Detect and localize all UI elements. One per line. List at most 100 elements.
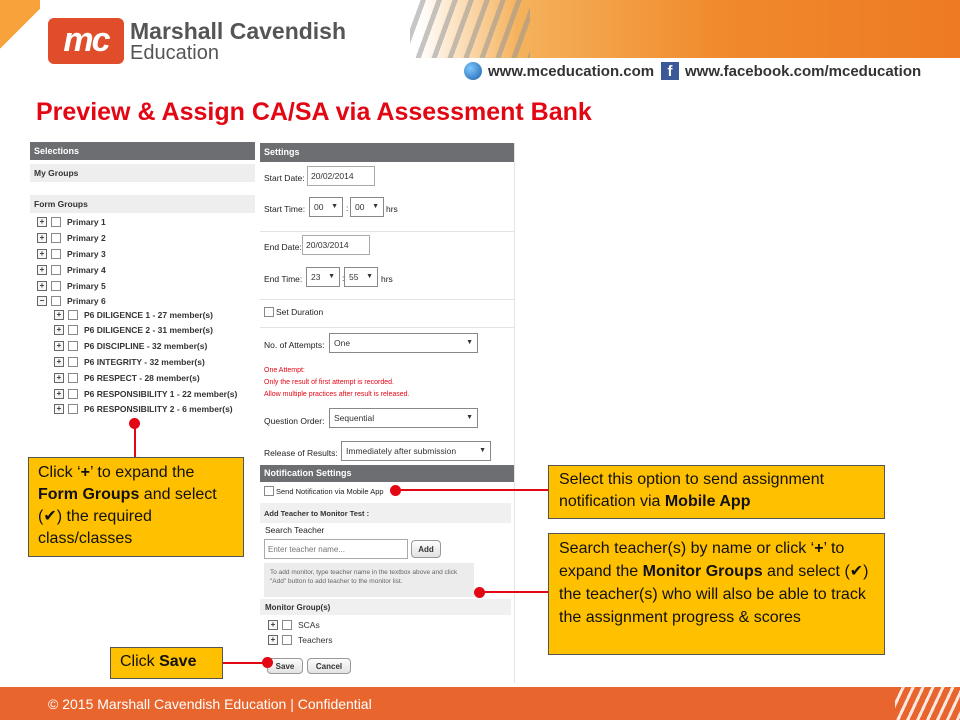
- checkbox[interactable]: [51, 265, 61, 275]
- tree-label: Primary 2: [67, 233, 106, 243]
- send-mobile-option[interactable]: Send Notification via Mobile App: [264, 486, 384, 496]
- footer-text: © 2015 Marshall Cavendish Education | Co…: [48, 696, 372, 712]
- expand-icon[interactable]: +: [37, 233, 47, 243]
- checkbox[interactable]: [68, 404, 78, 414]
- select-value: 00: [355, 202, 365, 212]
- pointer-dot: [262, 657, 273, 668]
- dropdown-arrow-icon: ▼: [366, 273, 373, 280]
- question-order-label: Question Order:: [264, 416, 325, 426]
- expand-icon[interactable]: +: [268, 635, 278, 645]
- checkbox[interactable]: [68, 341, 78, 351]
- monitor-group-label: Teachers: [298, 635, 333, 645]
- callout-monitor-groups: Search teacher(s) by name or click ‘+’ t…: [548, 533, 885, 655]
- globe-icon: [464, 62, 482, 80]
- tree-class-4[interactable]: + P6 INTEGRITY - 32 member(s): [54, 355, 205, 369]
- header-stripe-left: [0, 0, 40, 58]
- checkbox[interactable]: [264, 307, 274, 317]
- expand-icon[interactable]: +: [54, 325, 64, 335]
- checkbox[interactable]: [51, 249, 61, 259]
- expand-icon[interactable]: +: [54, 389, 64, 399]
- attempt-note-2: Allow multiple practices after result is…: [264, 391, 410, 398]
- cancel-button[interactable]: Cancel: [307, 658, 351, 674]
- release-select[interactable]: Immediately after submission ▼: [341, 441, 491, 461]
- expand-icon[interactable]: +: [37, 249, 47, 259]
- tree-primary-3[interactable]: + Primary 3: [37, 247, 106, 261]
- end-hour-select[interactable]: 23 ▼: [306, 267, 340, 287]
- collapse-icon[interactable]: −: [37, 296, 47, 306]
- monitor-group-scas[interactable]: + SCAs: [268, 618, 320, 632]
- expand-icon[interactable]: +: [54, 373, 64, 383]
- website-link[interactable]: www.mceducation.com: [464, 62, 654, 80]
- tree-class-1[interactable]: + P6 DILIGENCE 1 - 27 member(s): [54, 308, 213, 322]
- send-mobile-label: Send Notification via Mobile App: [276, 486, 384, 496]
- tree-primary-2[interactable]: + Primary 2: [37, 231, 106, 245]
- expand-icon[interactable]: +: [54, 404, 64, 414]
- expand-icon[interactable]: +: [54, 310, 64, 320]
- start-time-label: Start Time:: [264, 204, 306, 214]
- checkbox[interactable]: [68, 325, 78, 335]
- select-value: One: [334, 338, 351, 348]
- tree-class-5[interactable]: + P6 RESPECT - 28 member(s): [54, 371, 200, 385]
- divider: [260, 327, 515, 328]
- tree-primary-5[interactable]: + Primary 5: [37, 279, 106, 293]
- checkbox[interactable]: [282, 620, 292, 630]
- tree-class-7[interactable]: + P6 RESPONSIBILITY 2 - 6 member(s): [54, 402, 233, 416]
- end-time-label: End Time:: [264, 274, 303, 284]
- checkbox[interactable]: [51, 233, 61, 243]
- tree-label: Primary 1: [67, 217, 106, 227]
- checkbox[interactable]: [68, 310, 78, 320]
- callout-bold: +: [814, 540, 824, 557]
- checkbox[interactable]: [68, 357, 78, 367]
- form-groups-row[interactable]: Form Groups: [30, 195, 255, 213]
- my-groups-row[interactable]: My Groups: [30, 164, 255, 182]
- monitor-group-teachers[interactable]: + Teachers: [268, 633, 333, 647]
- tree-primary-6[interactable]: − Primary 6: [37, 294, 106, 308]
- start-min-select[interactable]: 00 ▼: [350, 197, 384, 217]
- expand-icon[interactable]: +: [268, 620, 278, 630]
- tree-class-3[interactable]: + P6 DISCIPLINE - 32 member(s): [54, 339, 207, 353]
- hrs-label: hrs: [381, 274, 393, 284]
- attempts-select[interactable]: One ▼: [329, 333, 478, 353]
- tree-label: P6 DILIGENCE 1 - 27 member(s): [84, 310, 213, 320]
- set-duration-option[interactable]: Set Duration: [264, 307, 323, 317]
- teacher-search-input[interactable]: [264, 539, 408, 559]
- add-teacher-title: Add Teacher to Monitor Test :: [264, 509, 370, 518]
- checkbox[interactable]: [282, 635, 292, 645]
- tree-class-6[interactable]: + P6 RESPONSIBILITY 1 - 22 member(s): [54, 387, 237, 401]
- facebook-link[interactable]: f www.facebook.com/mceducation: [661, 62, 921, 80]
- attempts-label: No. of Attempts:: [264, 340, 325, 350]
- callout-text: Click ‘: [38, 464, 81, 481]
- tree-label: Primary 4: [67, 265, 106, 275]
- checkbox[interactable]: [51, 281, 61, 291]
- page-title: Preview & Assign CA/SA via Assessment Ba…: [36, 98, 592, 126]
- callout-save: Click Save: [110, 647, 223, 679]
- end-date-input[interactable]: 20/03/2014: [302, 235, 370, 255]
- pointer-line: [480, 591, 548, 593]
- expand-icon[interactable]: +: [54, 341, 64, 351]
- callout-bold: Mobile App: [664, 493, 751, 510]
- checkbox[interactable]: [264, 486, 274, 496]
- checkbox[interactable]: [68, 389, 78, 399]
- expand-icon[interactable]: +: [37, 217, 47, 227]
- expand-icon[interactable]: +: [37, 281, 47, 291]
- checkbox[interactable]: [68, 373, 78, 383]
- tree-primary-4[interactable]: + Primary 4: [37, 263, 106, 277]
- select-value: 23: [311, 272, 321, 282]
- end-min-select[interactable]: 55 ▼: [344, 267, 378, 287]
- add-teacher-button[interactable]: Add: [411, 540, 441, 558]
- start-date-input[interactable]: 20/02/2014: [307, 166, 375, 186]
- tree-label: P6 RESPONSIBILITY 2 - 6 member(s): [84, 404, 233, 414]
- expand-icon[interactable]: +: [37, 265, 47, 275]
- tree-primary-1[interactable]: + Primary 1: [37, 215, 106, 229]
- checkbox[interactable]: [51, 296, 61, 306]
- tree-class-2[interactable]: + P6 DILIGENCE 2 - 31 member(s): [54, 323, 213, 337]
- time-colon: :: [346, 203, 349, 213]
- select-value: Immediately after submission: [346, 446, 457, 456]
- checkbox[interactable]: [51, 217, 61, 227]
- brand-logo: mc: [48, 18, 124, 64]
- expand-icon[interactable]: +: [54, 357, 64, 367]
- question-order-select[interactable]: Sequential ▼: [329, 408, 478, 428]
- select-value: 00: [314, 202, 324, 212]
- footer-stripes: [895, 687, 960, 720]
- start-hour-select[interactable]: 00 ▼: [309, 197, 343, 217]
